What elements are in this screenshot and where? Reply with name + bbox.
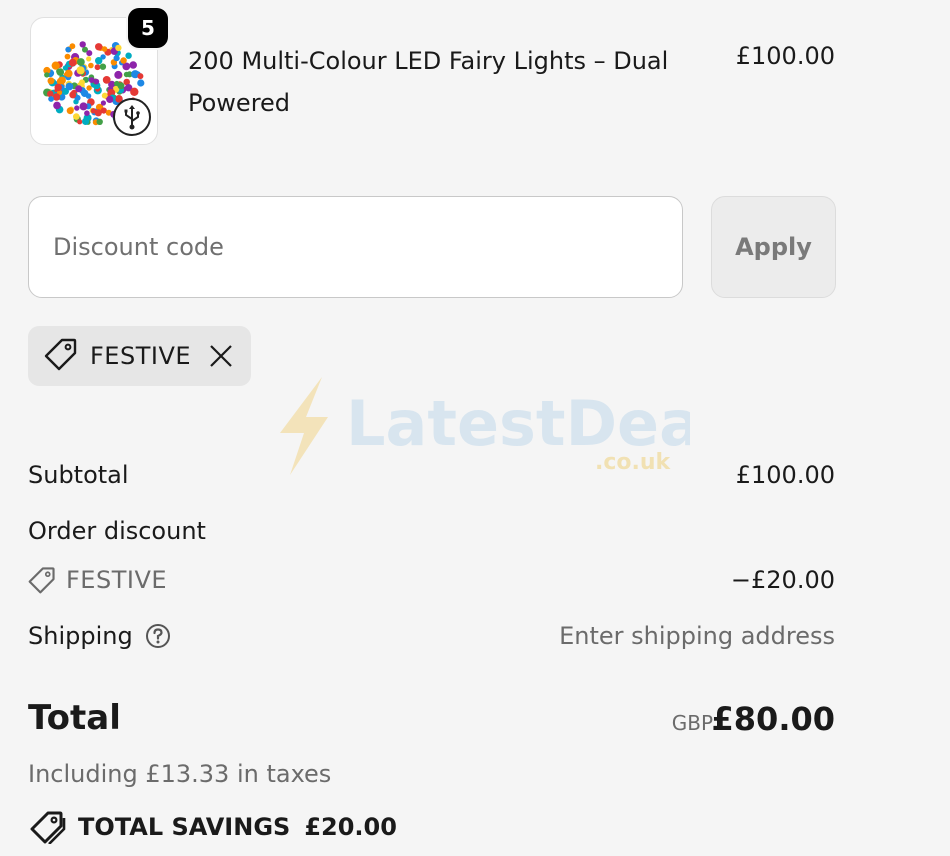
quantity-badge: 5 bbox=[128, 8, 168, 48]
applied-discount-chip: FESTIVE bbox=[28, 326, 251, 386]
shipping-value: Enter shipping address bbox=[559, 622, 835, 650]
applied-code-label: FESTIVE bbox=[90, 342, 192, 370]
watermark: LatestDeals .co.uk bbox=[270, 375, 759, 489]
tax-note: Including £13.33 in taxes bbox=[28, 760, 332, 788]
discount-value: −£20.00 bbox=[730, 566, 835, 594]
currency-code: GBP bbox=[671, 711, 713, 735]
order-discount-label: Order discount bbox=[28, 517, 206, 545]
subtotal-value: £100.00 bbox=[735, 461, 835, 489]
tag-icon bbox=[44, 337, 78, 375]
product-name: 200 Multi-Colour LED Fairy Lights – Dual… bbox=[188, 47, 669, 117]
discount-code-label: FESTIVE bbox=[66, 566, 168, 594]
total-value: £80.00 bbox=[711, 700, 835, 738]
product-price: £100.00 bbox=[735, 42, 835, 70]
apply-discount-button[interactable]: Apply bbox=[711, 196, 836, 298]
subtotal-label: Subtotal bbox=[28, 461, 129, 489]
discount-code-input[interactable] bbox=[28, 196, 683, 298]
shipping-row: Shipping bbox=[28, 622, 171, 650]
discount-code-row: FESTIVE bbox=[28, 566, 167, 594]
total-savings-value: £20.00 bbox=[304, 813, 397, 841]
usb-icon bbox=[113, 98, 151, 136]
remove-discount-icon[interactable] bbox=[209, 344, 233, 368]
total-savings-label: TOTAL SAVINGS bbox=[78, 813, 291, 841]
watermark-subtext: .co.uk bbox=[595, 450, 672, 475]
help-icon[interactable] bbox=[145, 623, 171, 649]
total-savings-row: TOTAL SAVINGS £20.00 bbox=[28, 810, 397, 844]
total-label: Total bbox=[28, 698, 121, 738]
tag-icon bbox=[28, 566, 56, 594]
savings-tag-icon bbox=[28, 810, 66, 844]
shipping-label: Shipping bbox=[28, 622, 133, 650]
